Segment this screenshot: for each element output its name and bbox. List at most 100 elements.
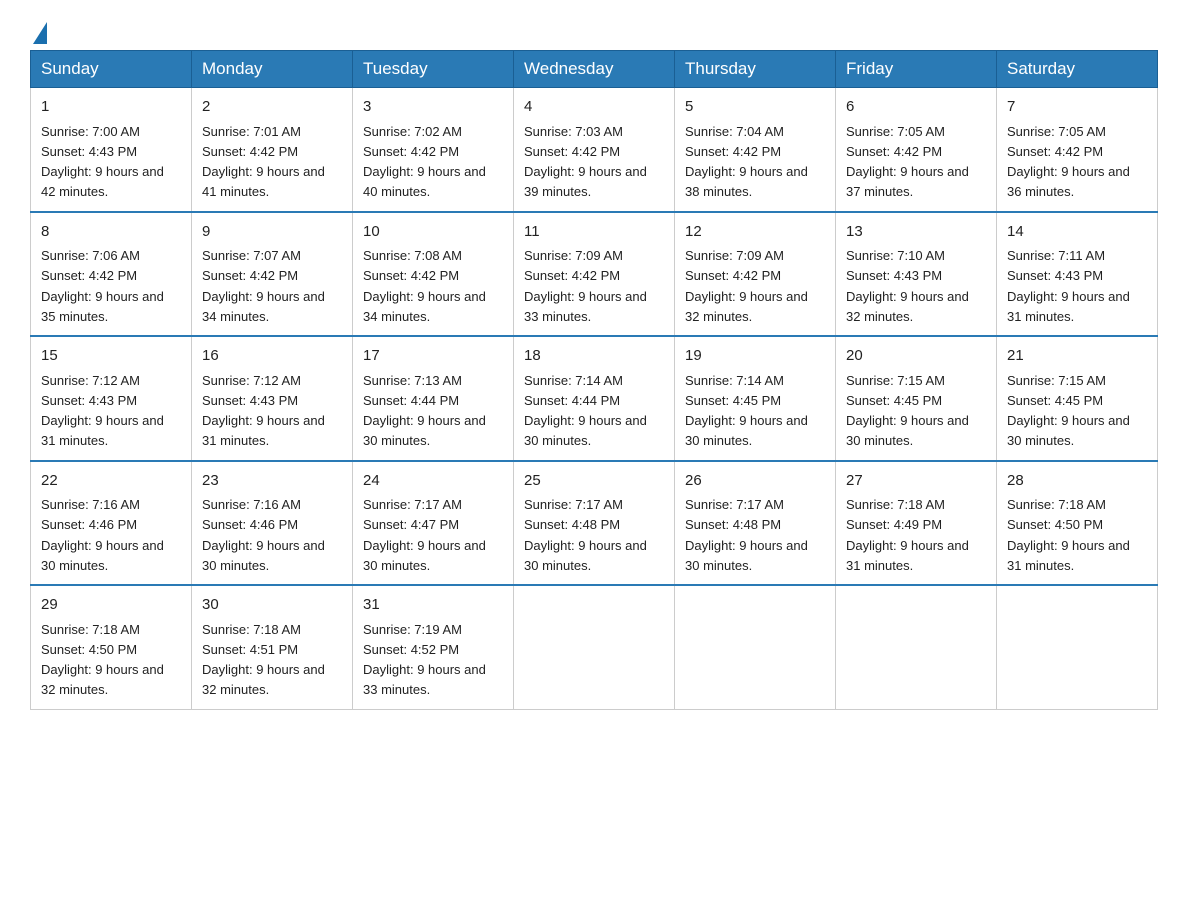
calendar-cell: 5 Sunrise: 7:04 AMSunset: 4:42 PMDayligh… [675, 88, 836, 212]
day-number: 22 [41, 470, 181, 493]
day-number: 3 [363, 96, 503, 119]
calendar-cell: 6 Sunrise: 7:05 AMSunset: 4:42 PMDayligh… [836, 88, 997, 212]
day-info: Sunrise: 7:17 AMSunset: 4:48 PMDaylight:… [524, 497, 647, 573]
day-number: 7 [1007, 96, 1147, 119]
day-number: 17 [363, 345, 503, 368]
day-number: 30 [202, 594, 342, 617]
day-info: Sunrise: 7:18 AMSunset: 4:50 PMDaylight:… [41, 622, 164, 698]
calendar-cell: 23 Sunrise: 7:16 AMSunset: 4:46 PMDaylig… [192, 461, 353, 586]
day-info: Sunrise: 7:11 AMSunset: 4:43 PMDaylight:… [1007, 248, 1130, 324]
day-info: Sunrise: 7:02 AMSunset: 4:42 PMDaylight:… [363, 124, 486, 200]
calendar-cell: 2 Sunrise: 7:01 AMSunset: 4:42 PMDayligh… [192, 88, 353, 212]
day-number: 1 [41, 96, 181, 119]
header-day-tuesday: Tuesday [353, 51, 514, 88]
day-info: Sunrise: 7:04 AMSunset: 4:42 PMDaylight:… [685, 124, 808, 200]
calendar-cell: 29 Sunrise: 7:18 AMSunset: 4:50 PMDaylig… [31, 585, 192, 709]
day-number: 26 [685, 470, 825, 493]
calendar-cell: 25 Sunrise: 7:17 AMSunset: 4:48 PMDaylig… [514, 461, 675, 586]
calendar-cell: 28 Sunrise: 7:18 AMSunset: 4:50 PMDaylig… [997, 461, 1158, 586]
calendar-cell: 31 Sunrise: 7:19 AMSunset: 4:52 PMDaylig… [353, 585, 514, 709]
day-info: Sunrise: 7:17 AMSunset: 4:48 PMDaylight:… [685, 497, 808, 573]
day-info: Sunrise: 7:06 AMSunset: 4:42 PMDaylight:… [41, 248, 164, 324]
day-info: Sunrise: 7:05 AMSunset: 4:42 PMDaylight:… [1007, 124, 1130, 200]
header-day-saturday: Saturday [997, 51, 1158, 88]
calendar-cell: 20 Sunrise: 7:15 AMSunset: 4:45 PMDaylig… [836, 336, 997, 461]
day-info: Sunrise: 7:18 AMSunset: 4:51 PMDaylight:… [202, 622, 325, 698]
day-info: Sunrise: 7:07 AMSunset: 4:42 PMDaylight:… [202, 248, 325, 324]
calendar-cell [997, 585, 1158, 709]
day-number: 23 [202, 470, 342, 493]
day-info: Sunrise: 7:12 AMSunset: 4:43 PMDaylight:… [41, 373, 164, 449]
day-info: Sunrise: 7:00 AMSunset: 4:43 PMDaylight:… [41, 124, 164, 200]
calendar-cell: 4 Sunrise: 7:03 AMSunset: 4:42 PMDayligh… [514, 88, 675, 212]
day-number: 29 [41, 594, 181, 617]
day-info: Sunrise: 7:15 AMSunset: 4:45 PMDaylight:… [1007, 373, 1130, 449]
calendar-cell [675, 585, 836, 709]
day-info: Sunrise: 7:19 AMSunset: 4:52 PMDaylight:… [363, 622, 486, 698]
calendar-cell: 26 Sunrise: 7:17 AMSunset: 4:48 PMDaylig… [675, 461, 836, 586]
day-number: 8 [41, 221, 181, 244]
calendar-cell: 30 Sunrise: 7:18 AMSunset: 4:51 PMDaylig… [192, 585, 353, 709]
calendar-week-3: 15 Sunrise: 7:12 AMSunset: 4:43 PMDaylig… [31, 336, 1158, 461]
day-number: 6 [846, 96, 986, 119]
calendar-cell: 15 Sunrise: 7:12 AMSunset: 4:43 PMDaylig… [31, 336, 192, 461]
day-info: Sunrise: 7:16 AMSunset: 4:46 PMDaylight:… [41, 497, 164, 573]
calendar-cell: 19 Sunrise: 7:14 AMSunset: 4:45 PMDaylig… [675, 336, 836, 461]
calendar-cell [836, 585, 997, 709]
calendar-cell: 7 Sunrise: 7:05 AMSunset: 4:42 PMDayligh… [997, 88, 1158, 212]
day-number: 31 [363, 594, 503, 617]
day-number: 21 [1007, 345, 1147, 368]
day-number: 25 [524, 470, 664, 493]
calendar-cell: 10 Sunrise: 7:08 AMSunset: 4:42 PMDaylig… [353, 212, 514, 337]
calendar-week-4: 22 Sunrise: 7:16 AMSunset: 4:46 PMDaylig… [31, 461, 1158, 586]
calendar-cell: 24 Sunrise: 7:17 AMSunset: 4:47 PMDaylig… [353, 461, 514, 586]
calendar-cell: 9 Sunrise: 7:07 AMSunset: 4:42 PMDayligh… [192, 212, 353, 337]
calendar-table: SundayMondayTuesdayWednesdayThursdayFrid… [30, 50, 1158, 710]
header-day-monday: Monday [192, 51, 353, 88]
day-number: 4 [524, 96, 664, 119]
day-info: Sunrise: 7:14 AMSunset: 4:44 PMDaylight:… [524, 373, 647, 449]
calendar-cell: 22 Sunrise: 7:16 AMSunset: 4:46 PMDaylig… [31, 461, 192, 586]
day-info: Sunrise: 7:03 AMSunset: 4:42 PMDaylight:… [524, 124, 647, 200]
day-number: 10 [363, 221, 503, 244]
calendar-cell: 1 Sunrise: 7:00 AMSunset: 4:43 PMDayligh… [31, 88, 192, 212]
header-day-thursday: Thursday [675, 51, 836, 88]
calendar-cell: 14 Sunrise: 7:11 AMSunset: 4:43 PMDaylig… [997, 212, 1158, 337]
header-day-friday: Friday [836, 51, 997, 88]
calendar-cell: 18 Sunrise: 7:14 AMSunset: 4:44 PMDaylig… [514, 336, 675, 461]
day-info: Sunrise: 7:13 AMSunset: 4:44 PMDaylight:… [363, 373, 486, 449]
day-number: 27 [846, 470, 986, 493]
day-info: Sunrise: 7:17 AMSunset: 4:47 PMDaylight:… [363, 497, 486, 573]
calendar-cell: 3 Sunrise: 7:02 AMSunset: 4:42 PMDayligh… [353, 88, 514, 212]
day-info: Sunrise: 7:16 AMSunset: 4:46 PMDaylight:… [202, 497, 325, 573]
logo [30, 20, 47, 40]
day-number: 9 [202, 221, 342, 244]
day-number: 24 [363, 470, 503, 493]
day-number: 16 [202, 345, 342, 368]
calendar-cell [514, 585, 675, 709]
calendar-cell: 21 Sunrise: 7:15 AMSunset: 4:45 PMDaylig… [997, 336, 1158, 461]
header [30, 20, 1158, 40]
day-info: Sunrise: 7:09 AMSunset: 4:42 PMDaylight:… [524, 248, 647, 324]
day-info: Sunrise: 7:14 AMSunset: 4:45 PMDaylight:… [685, 373, 808, 449]
day-info: Sunrise: 7:09 AMSunset: 4:42 PMDaylight:… [685, 248, 808, 324]
day-info: Sunrise: 7:05 AMSunset: 4:42 PMDaylight:… [846, 124, 969, 200]
calendar-week-2: 8 Sunrise: 7:06 AMSunset: 4:42 PMDayligh… [31, 212, 1158, 337]
day-number: 12 [685, 221, 825, 244]
header-day-wednesday: Wednesday [514, 51, 675, 88]
calendar-cell: 13 Sunrise: 7:10 AMSunset: 4:43 PMDaylig… [836, 212, 997, 337]
day-number: 13 [846, 221, 986, 244]
day-number: 14 [1007, 221, 1147, 244]
day-info: Sunrise: 7:18 AMSunset: 4:50 PMDaylight:… [1007, 497, 1130, 573]
day-number: 2 [202, 96, 342, 119]
calendar-week-1: 1 Sunrise: 7:00 AMSunset: 4:43 PMDayligh… [31, 88, 1158, 212]
calendar-body: 1 Sunrise: 7:00 AMSunset: 4:43 PMDayligh… [31, 88, 1158, 710]
day-info: Sunrise: 7:10 AMSunset: 4:43 PMDaylight:… [846, 248, 969, 324]
day-number: 28 [1007, 470, 1147, 493]
day-number: 15 [41, 345, 181, 368]
calendar-cell: 27 Sunrise: 7:18 AMSunset: 4:49 PMDaylig… [836, 461, 997, 586]
day-number: 20 [846, 345, 986, 368]
calendar-cell: 12 Sunrise: 7:09 AMSunset: 4:42 PMDaylig… [675, 212, 836, 337]
calendar-header-row: SundayMondayTuesdayWednesdayThursdayFrid… [31, 51, 1158, 88]
calendar-cell: 16 Sunrise: 7:12 AMSunset: 4:43 PMDaylig… [192, 336, 353, 461]
